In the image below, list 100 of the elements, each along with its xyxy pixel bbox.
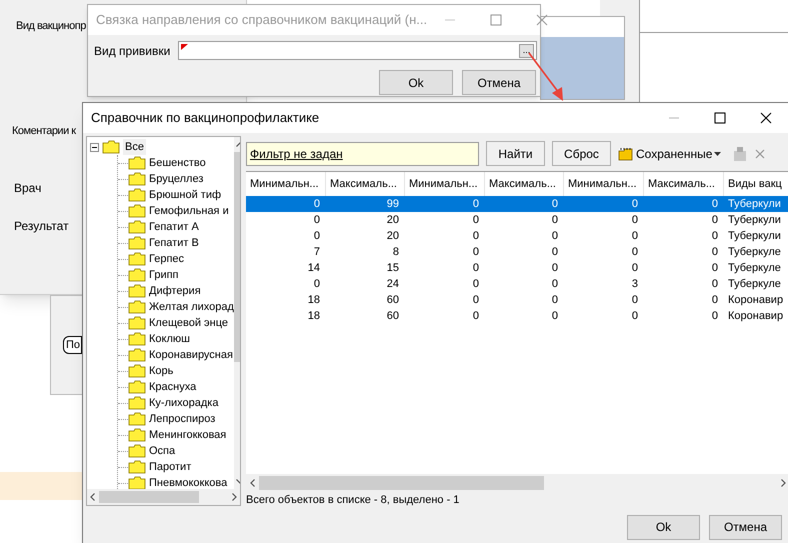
table-cell-text: 18	[306, 308, 321, 324]
close-icon[interactable]	[760, 112, 772, 124]
table-cell-text: 0	[630, 196, 639, 212]
table-cell-text: 60	[386, 292, 400, 308]
folder-icon	[128, 380, 146, 394]
folder-icon	[128, 156, 146, 170]
folder-icon	[128, 364, 146, 378]
find-button[interactable]: Найти	[486, 141, 545, 166]
tree-item[interactable]: Гепатит В	[146, 234, 199, 252]
table-cell-text: 60	[386, 308, 400, 324]
tree-item[interactable]: Бруцеллез	[146, 170, 204, 188]
ok-button[interactable]: Ok	[627, 514, 700, 540]
table-cell-text: 0	[472, 260, 480, 276]
table-cell-text: 0	[630, 212, 639, 228]
tree-item[interactable]: Паротит	[146, 458, 192, 476]
folder-icon	[128, 348, 146, 362]
folder-icon	[128, 332, 146, 346]
scrollbar-thumb[interactable]	[259, 476, 544, 490]
ok-button[interactable]: Ok	[379, 70, 453, 95]
folder-icon	[128, 204, 146, 218]
tree-item[interactable]: Пневмококкова	[146, 474, 228, 492]
vaccination-type-field[interactable]: ...	[178, 41, 537, 60]
tree-item[interactable]: Все	[123, 138, 146, 156]
folder-icon	[128, 268, 146, 282]
table-row[interactable]: 18 60 0 0 0 0 Коронавир	[246, 308, 788, 324]
filter-link[interactable]: Фильтр не задан	[250, 144, 343, 162]
table-cell-text: 0	[710, 228, 719, 244]
tree-item[interactable]: Грипп	[146, 266, 179, 284]
folder-icon	[128, 188, 146, 202]
tree-item[interactable]: Корь	[146, 362, 174, 380]
tree-item[interactable]: Оспа	[146, 442, 176, 460]
scroll-left-icon[interactable]	[90, 493, 95, 501]
folder-icon	[128, 220, 146, 234]
table-row[interactable]: 0 99 0 0 0 0 Туберкули	[246, 196, 788, 212]
table-row[interactable]: 0 20 0 0 0 0 Туберкули	[246, 228, 788, 244]
cancel-button[interactable]: Отмена	[709, 514, 782, 540]
table-cell-text: 0	[630, 308, 639, 324]
folder-icon	[128, 316, 146, 330]
folder-icon	[618, 146, 634, 160]
table-cell-text: Туберкуле	[727, 260, 782, 276]
folder-icon	[128, 300, 146, 314]
tree-item[interactable]: Желтая лихорад	[146, 298, 234, 316]
table-cell-text: 14	[306, 260, 321, 276]
table-cell-text: 0	[312, 228, 321, 244]
tree-item[interactable]: Герпес	[146, 250, 184, 268]
tree-item[interactable]: Лепроспироз	[146, 410, 216, 428]
table-row[interactable]: 0 24 0 0 3 0 Туберкуле	[246, 276, 788, 292]
tree-item[interactable]: Менингокковая	[146, 426, 226, 444]
scroll-right-icon[interactable]	[232, 493, 237, 501]
saved-filters-button[interactable]: Сохраненные	[618, 144, 722, 162]
table-cell-text: Туберкули	[727, 212, 782, 228]
tree-item[interactable]: Ку-лихорадка	[146, 394, 218, 412]
folder-icon	[128, 428, 146, 442]
reset-button[interactable]: Сброс	[552, 141, 611, 166]
tree-item[interactable]: Гепатит А	[146, 218, 199, 236]
table-row[interactable]: 14 15 0 0 0 0 Туберкуле	[246, 260, 788, 276]
table-cell-text: 0	[710, 212, 719, 228]
tree-item[interactable]: Дифтерия	[146, 282, 201, 300]
form-label: Коментарии к	[12, 124, 76, 138]
table-row[interactable]: 0 20 0 0 0 0 Туберкули	[246, 212, 788, 228]
tree-item[interactable]: Коронавирусная	[146, 346, 233, 364]
background-button[interactable]: По	[63, 336, 82, 354]
required-marker-icon	[181, 44, 188, 50]
tree-item[interactable]: Брюшной тиф	[146, 186, 222, 204]
folder-icon	[128, 396, 146, 410]
table-cell-text: Туберкули	[727, 196, 782, 212]
scrollbar-thumb[interactable]	[99, 491, 199, 503]
filter-field[interactable]: Фильтр не задан	[246, 142, 479, 166]
horizontal-scrollbar[interactable]	[246, 474, 788, 491]
table-cell-text: 0	[550, 260, 559, 276]
scroll-left-icon[interactable]	[250, 478, 255, 486]
scroll-right-icon[interactable]	[781, 478, 786, 486]
maximize-icon[interactable]	[714, 112, 726, 124]
tree-item[interactable]: Клещевой энце	[146, 314, 228, 332]
horizontal-scrollbar[interactable]	[87, 489, 240, 505]
tree-item[interactable]: Коклюш	[146, 330, 190, 348]
save-icon[interactable]	[732, 146, 748, 162]
form-label: Результат	[14, 218, 69, 235]
table-cell-text: 0	[550, 212, 559, 228]
folder-icon	[128, 412, 146, 426]
table-cell-text: 0	[472, 292, 480, 308]
table-cell-text: 0	[550, 228, 559, 244]
tree-item[interactable]: Гемофильная и	[146, 202, 229, 220]
status-text: Всего объектов в списке - 8, выделено - 1	[246, 493, 460, 508]
browse-button[interactable]: ...	[519, 44, 534, 58]
table-cell-text: 0	[710, 308, 719, 324]
table-row[interactable]: 7 8 0 0 0 0 Туберкуле	[246, 244, 788, 260]
table-cell-text: 0	[472, 244, 480, 260]
cancel-button[interactable]: Отмена	[462, 70, 536, 95]
table-row[interactable]: 18 60 0 0 0 0 Коронавир	[246, 292, 788, 308]
table-cell-text: 0	[312, 212, 321, 228]
collapse-icon[interactable]	[90, 142, 99, 152]
table-cell-text: 0	[550, 196, 559, 212]
table-cell-text: Туберкуле	[727, 276, 782, 292]
table-cell-text: 0	[472, 308, 480, 324]
tree-item[interactable]: Бешенство	[146, 154, 206, 172]
table-cell-text: 0	[630, 244, 639, 260]
table-cell-text: 0	[630, 228, 639, 244]
tree-item[interactable]: Краснуха	[146, 378, 196, 396]
folder-icon	[128, 460, 146, 474]
